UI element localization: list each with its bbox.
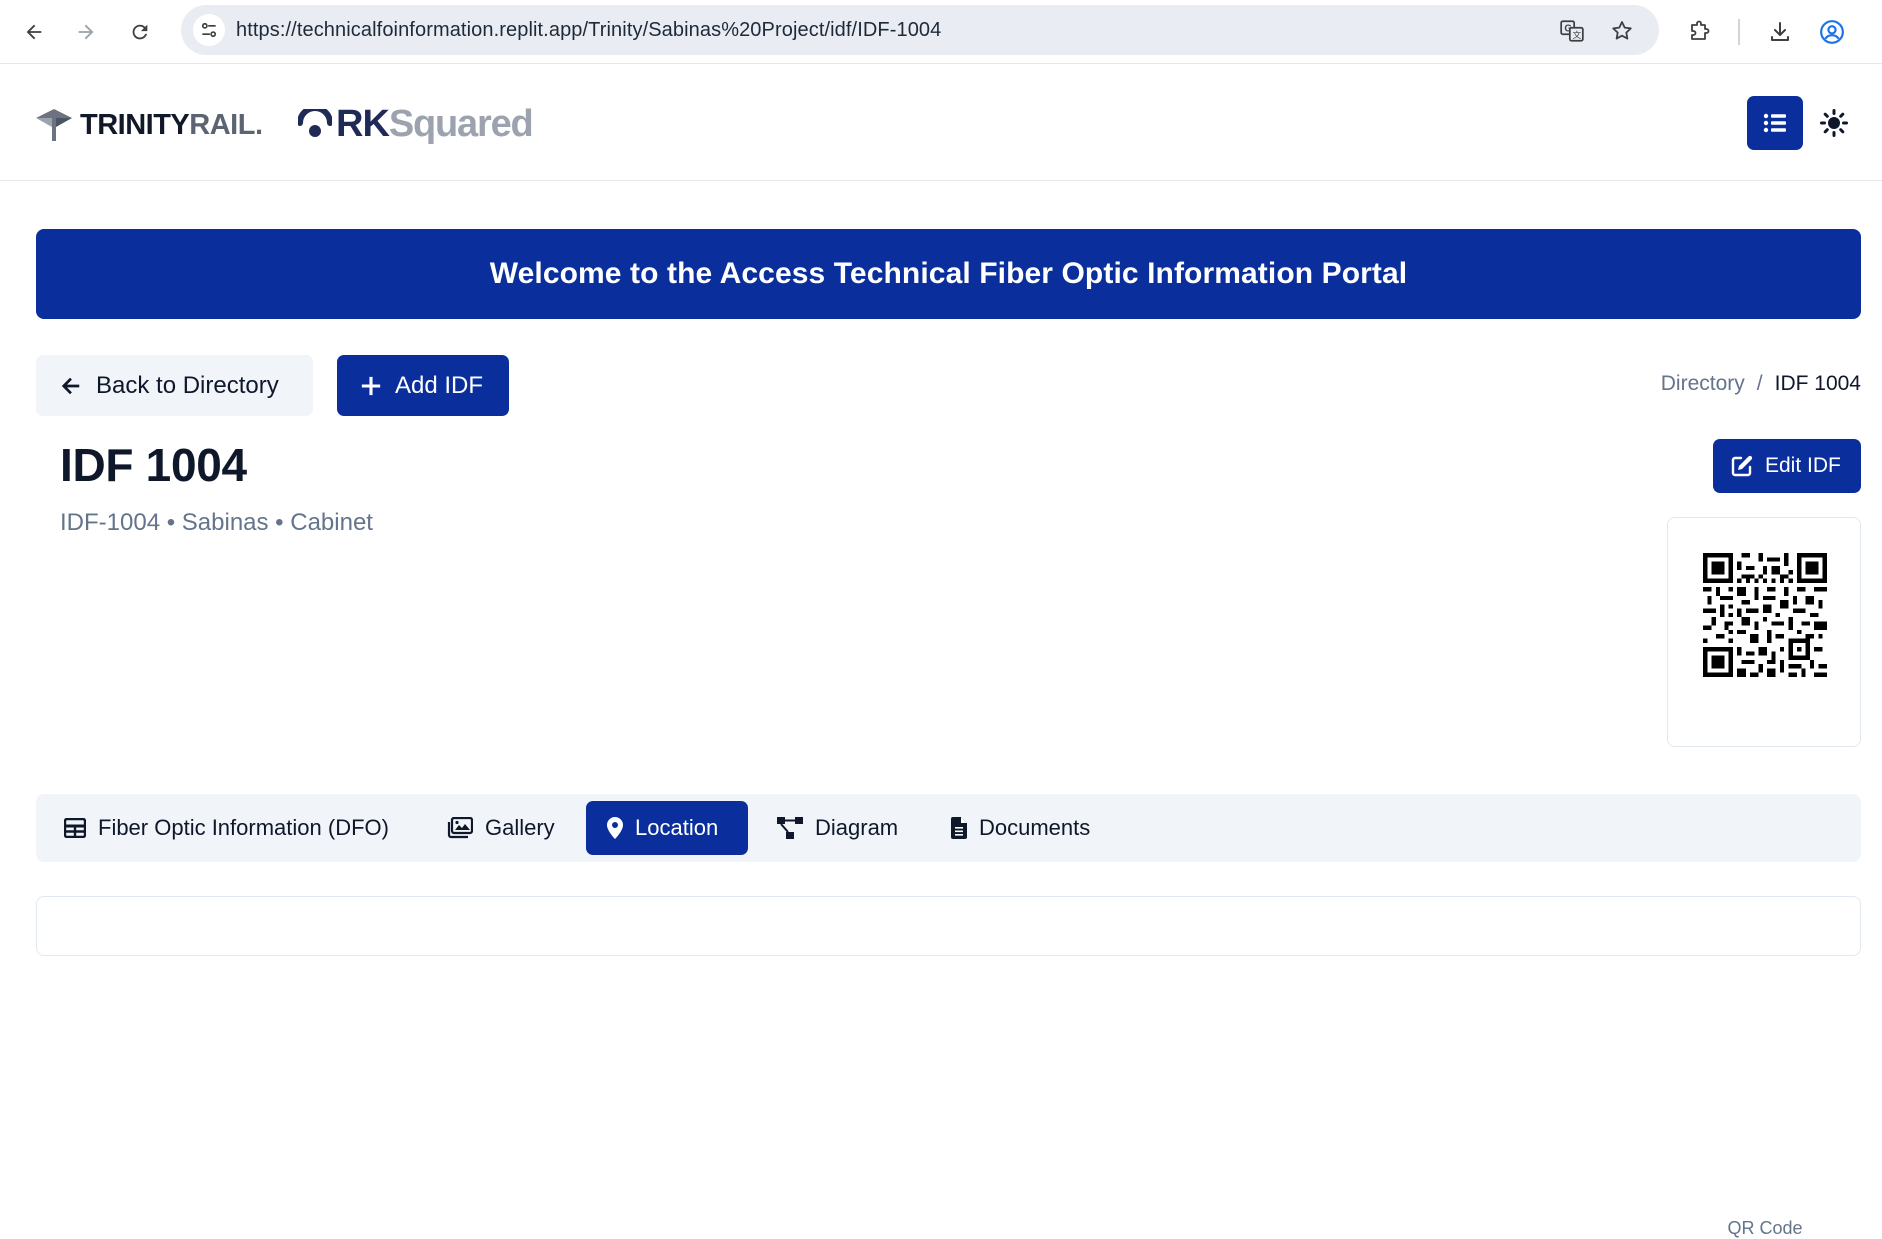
breadcrumb-current: IDF 1004 (1774, 372, 1861, 395)
arrow-left-icon (61, 377, 80, 394)
qr-code-card: QR Code (1667, 517, 1861, 1238)
browser-forward-button[interactable] (68, 14, 104, 50)
back-button-label: Back to Directory (96, 371, 279, 399)
site-info-button[interactable] (193, 14, 225, 46)
extensions-icon[interactable] (1681, 14, 1717, 50)
toolbar-divider (1738, 19, 1740, 45)
address-bar[interactable]: https://technicalfoinformation.replit.ap… (181, 5, 1659, 55)
tab-label: Documents (979, 815, 1091, 840)
tab-label: Location (635, 815, 719, 840)
breadcrumb: Directory / IDF 1004 (1661, 372, 1861, 396)
profile-icon[interactable] (1814, 14, 1850, 50)
reload-icon (132, 24, 148, 40)
svg-text:文: 文 (1573, 29, 1582, 41)
trinity-logo-text: TRINITYRAIL. (80, 108, 263, 141)
diagram-icon (777, 817, 803, 839)
browser-back-button[interactable] (16, 14, 52, 50)
file-icon (951, 817, 967, 839)
qr-code-image[interactable] (1703, 553, 1827, 677)
browser-reload-button[interactable] (122, 14, 158, 50)
back-to-directory-button[interactable]: Back to Directory (36, 355, 313, 416)
add-idf-button[interactable]: Add IDF (337, 355, 509, 416)
map-pin-icon (607, 817, 623, 839)
edit-icon (1731, 455, 1753, 477)
tab-documents[interactable]: Documents (937, 801, 1104, 855)
trinity-rail-logo[interactable]: TRINITYRAIL. (36, 105, 263, 145)
arrow-left-icon (26, 24, 42, 40)
sun-icon (1820, 109, 1848, 137)
edit-idf-button[interactable]: Edit IDF (1713, 439, 1861, 493)
download-icon[interactable] (1762, 14, 1798, 50)
page-subtitle: IDF-1004 • Sabinas • Cabinet (60, 509, 373, 536)
welcome-banner: Welcome to the Access Technical Fiber Op… (36, 229, 1861, 319)
translate-icon[interactable]: G文 (1559, 18, 1585, 44)
rksquared-logo-mark-icon (298, 109, 332, 137)
tab-diagram[interactable]: Diagram (763, 801, 912, 855)
rksquared-logo-text: RK (336, 102, 390, 145)
rksquared-logo[interactable]: RK Squared (298, 101, 534, 147)
table-icon (64, 818, 86, 838)
list-icon (1763, 113, 1786, 133)
tab-gallery[interactable]: Gallery (433, 801, 569, 855)
add-button-label: Add IDF (395, 371, 484, 399)
banner-title: Welcome to the Access Technical Fiber Op… (489, 257, 1408, 290)
rksquared-logo-accent-text: Squared (388, 102, 534, 145)
tab-label: Gallery (485, 815, 555, 840)
tab-label: Diagram (815, 815, 899, 840)
breadcrumb-directory-link[interactable]: Directory (1661, 372, 1745, 396)
qr-code-label: QR Code (1727, 1218, 1803, 1238)
tab-location[interactable]: Location (586, 801, 748, 855)
tab-bar: Fiber Optic Information (DFO) Gallery Lo… (36, 794, 1861, 862)
tune-icon (201, 22, 217, 38)
app-header: TRINITYRAIL. RK Squared (0, 65, 1882, 181)
plus-icon (361, 376, 381, 395)
breadcrumb-separator: / (1756, 372, 1763, 395)
theme-toggle-button[interactable] (1818, 107, 1850, 139)
location-content-card (36, 896, 1861, 956)
arrow-right-icon (78, 24, 94, 40)
page-title: IDF 1004 (60, 439, 247, 491)
trinity-logo-mark-icon (36, 109, 72, 141)
images-icon (447, 817, 473, 839)
tab-fiber-optic-information[interactable]: Fiber Optic Information (DFO) (50, 801, 403, 855)
menu-button[interactable] (1747, 96, 1803, 150)
edit-button-label: Edit IDF (1765, 454, 1841, 477)
url-text[interactable]: https://technicalfoinformation.replit.ap… (236, 19, 941, 42)
browser-toolbar: https://technicalfoinformation.replit.ap… (0, 0, 1882, 64)
tab-label: Fiber Optic Information (DFO) (98, 815, 389, 840)
bookmark-star-icon[interactable] (1609, 18, 1635, 44)
